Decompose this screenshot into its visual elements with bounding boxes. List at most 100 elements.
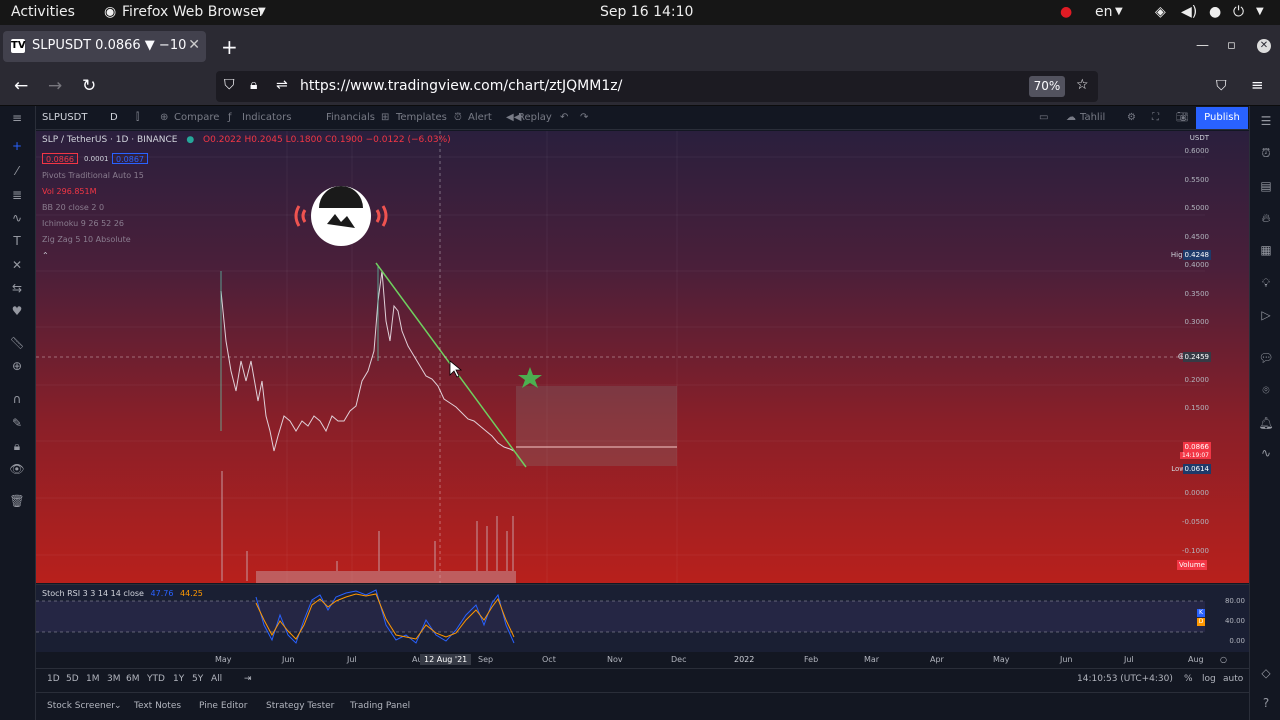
back-button[interactable]: ← [14,76,28,96]
timeframe-6m[interactable]: 6M [126,674,140,684]
bookmark-star-icon[interactable]: ☆ [1076,77,1089,93]
permissions-icon[interactable]: ⇌ [276,77,288,93]
tab-stock-screener[interactable]: Stock Screener [47,701,115,711]
streams-icon[interactable]: ▷ [1258,308,1274,324]
price-axis[interactable]: USDT 0.6000 0.5500 0.5000 0.4500 0.4000 … [1169,131,1213,583]
timeframe-5d[interactable]: 5D [66,674,79,684]
redo-icon[interactable]: ↷ [580,112,588,123]
compare-icon[interactable]: ⊕ [160,112,168,123]
compare-button[interactable]: Compare [174,112,219,123]
shield-icon[interactable]: ⛉ [224,77,235,93]
timeframe-all[interactable]: All [211,674,222,684]
network-icon[interactable]: ◈ [1155,4,1166,20]
snapshot-icon[interactable]: 📷︎ [1176,112,1189,123]
interval-button[interactable]: D [110,112,118,123]
menu-icon[interactable]: ≡ [9,111,25,127]
timeframe-1d[interactable]: 1D [47,674,60,684]
financials-button[interactable]: Financials [326,112,375,123]
close-tab-icon[interactable]: ✕ [188,37,200,53]
reload-button[interactable]: ↻ [82,76,96,96]
timeframe-5y[interactable]: 5Y [192,674,203,684]
stay-drawing-icon[interactable]: ✎ [9,416,25,432]
collapse-legend-icon[interactable]: ⌃ [42,251,49,260]
alerts-icon[interactable]: ⏰︎ [1258,146,1274,162]
cloud-icon[interactable]: ☁︎ [1066,112,1076,123]
menu-icon[interactable]: ≡ [1251,76,1264,94]
forward-button[interactable]: → [48,76,62,96]
alert-button[interactable]: Alert [468,112,492,123]
pattern-icon[interactable]: ✕ [9,258,25,274]
templates-icon[interactable]: ⊞ [381,112,389,123]
stoch-rsi-pane[interactable]: Stoch RSI 3 3 14 14 close 47.76 44.25 K … [36,584,1249,652]
fullscreen-icon[interactable]: ⛶ [1152,112,1159,123]
indicator-volume[interactable]: Vol 296.851M [42,187,97,196]
templates-button[interactable]: Templates [396,112,447,123]
pocket-icon[interactable]: ⛉ [1216,78,1227,94]
publish-button[interactable]: Publish [1196,107,1248,129]
layout-name[interactable]: Tahlil [1080,112,1105,123]
hide-drawings-icon[interactable]: 👁︎ [9,462,25,478]
icons-tool-icon[interactable]: ♥ [9,304,25,320]
public-chat-icon[interactable]: ⌾ [1258,383,1274,399]
currency-label[interactable]: USDT [1190,134,1209,142]
trendline-icon[interactable]: ⁄ [9,164,25,180]
lock-drawings-icon[interactable]: 🔒︎ [9,439,25,455]
chevron-down-icon[interactable]: ⌄ [114,701,122,711]
chart-type-icon[interactable]: ⫿ [136,112,139,123]
ask-price[interactable]: 0.0867 [112,153,148,164]
notifications-icon[interactable]: 🔔︎ [1258,416,1274,432]
clock[interactable]: Sep 16 14:10 [600,4,693,20]
timeframe-ytd[interactable]: YTD [147,674,165,684]
indicators-button[interactable]: Indicators [242,112,291,123]
alert-icon[interactable]: ⏰︎ [454,112,462,123]
log-toggle[interactable]: log [1202,674,1216,684]
timeframe-3m[interactable]: 3M [107,674,121,684]
url-bar[interactable]: ⛉ 🔒︎ ⇌ https://www.tradingview.com/chart… [216,71,1098,102]
chevron-down-icon[interactable]: ▼ [258,6,266,17]
app-menu[interactable]: Firefox Web Browser [122,4,265,20]
indicator-zigzag[interactable]: Zig Zag 5 10 Absolute [42,235,131,244]
hotlists-icon[interactable]: 🔥︎ [1258,211,1274,227]
new-tab-button[interactable]: + [221,35,238,59]
ruler-icon[interactable]: 📏︎ [9,336,25,352]
signals-icon[interactable]: ∿ [1258,446,1274,462]
language-selector[interactable]: en [1095,4,1113,20]
go-to-date-icon[interactable]: ⇥ [244,674,252,684]
symbol-title[interactable]: SLP / TetherUS · 1D · BINANCE [42,135,177,145]
indicators-icon[interactable]: ƒ [228,112,232,123]
indicator-pivots[interactable]: Pivots Traditional Auto 15 [42,171,144,180]
brush-icon[interactable]: ∿ [9,211,25,227]
indicator-ichimoku[interactable]: Ichimoku 9 26 52 26 [42,219,124,228]
auto-toggle[interactable]: auto [1223,674,1243,684]
power-icon[interactable]: ⏻ [1233,4,1244,20]
text-icon[interactable]: T [9,234,25,250]
lock-icon[interactable]: 🔒︎ [250,77,257,93]
tab-strategy-tester[interactable]: Strategy Tester [266,701,334,711]
zoom-in-icon[interactable]: ⊕ [9,359,25,375]
settings-icon[interactable]: ⚙︎ [1127,112,1136,123]
help-icon[interactable]: ? [1258,696,1274,712]
minimize-button[interactable]: — [1196,38,1209,53]
calendar-icon[interactable]: ▦ [1258,243,1274,259]
tab-text-notes[interactable]: Text Notes [134,701,181,711]
symbol-search[interactable]: SLPUSDT [42,112,87,123]
axis-settings-icon[interactable]: ○ [1220,655,1227,664]
record-indicator-icon[interactable]: ● [1060,4,1072,20]
undo-icon[interactable]: ↶ [560,112,568,123]
close-window-button[interactable]: ✕ [1257,39,1271,53]
microphone-icon[interactable]: ● [1209,4,1221,20]
layout-icon[interactable]: ▭ [1039,112,1048,123]
indicator-bb[interactable]: BB 20 close 2 0 [42,203,104,212]
trash-icon[interactable]: 🗑︎ [9,494,25,510]
data-window-icon[interactable]: ▤ [1258,179,1274,195]
browser-tab[interactable]: TV SLPUSDT 0.0866 ▼ −10.9 ✕ [3,31,206,62]
watchlist-icon[interactable]: ☰ [1258,114,1274,130]
chats-icon[interactable]: 💬︎ [1258,351,1274,367]
volume-icon[interactable]: ◀) [1181,4,1197,20]
tab-pine-editor[interactable]: Pine Editor [199,701,247,711]
timeframe-1y[interactable]: 1Y [173,674,184,684]
ideas-icon[interactable]: 💡︎ [1258,276,1274,292]
replay-button[interactable]: Replay [518,112,552,123]
url-text[interactable]: https://www.tradingview.com/chart/ztJQMM… [300,78,622,94]
layers-icon[interactable]: ◇ [1258,666,1274,682]
